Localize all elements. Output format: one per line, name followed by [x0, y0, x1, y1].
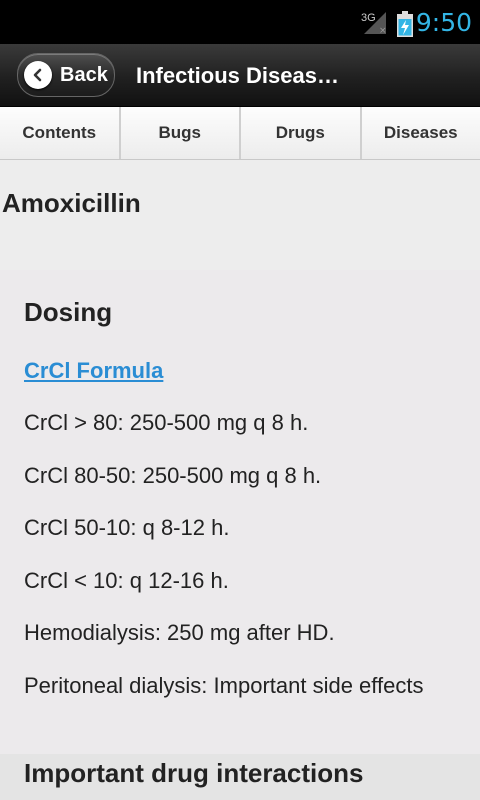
dosing-heading: Dosing	[24, 297, 113, 327]
dosing-line: CrCl 80-50: 250-500 mg q 8 h.	[24, 463, 322, 488]
drug-name-heading: Amoxicillin	[2, 188, 141, 218]
crcl-formula-link[interactable]: CrCl Formula	[24, 358, 163, 384]
dosing-line: CrCl 50-10: q 8-12 h.	[24, 515, 230, 540]
interactions-section: Important drug interactions	[0, 754, 480, 800]
page-title: Infectious Diseas…	[136, 63, 339, 88]
dosing-line: CrCl > 80: 250-500 mg q 8 h.	[24, 410, 309, 435]
status-bar: 3G × 9:50	[0, 0, 480, 44]
battery-charging-icon	[397, 11, 413, 37]
title-bar: Back Infectious Diseas…	[0, 44, 480, 107]
chevron-left-icon	[24, 61, 52, 89]
dosing-line: CrCl < 10: q 12-16 h.	[24, 568, 229, 593]
interactions-heading: Important drug interactions	[24, 758, 364, 788]
back-button[interactable]: Back	[17, 53, 115, 97]
dosing-line: Peritoneal dialysis: Important side effe…	[24, 673, 424, 698]
tab-diseases[interactable]: Diseases	[360, 107, 480, 159]
svg-text:×: ×	[379, 26, 387, 36]
dosing-line: Hemodialysis: 250 mg after HD.	[24, 620, 335, 645]
tab-bugs[interactable]: Bugs	[119, 107, 240, 159]
back-button-label: Back	[60, 64, 108, 86]
signal-icon: ×	[364, 12, 387, 36]
tab-contents[interactable]: Contents	[0, 107, 120, 159]
tab-drugs[interactable]: Drugs	[240, 107, 361, 159]
nav-tabs: Contents Bugs Drugs Diseases	[0, 107, 480, 160]
clock: 9:50	[415, 8, 472, 37]
